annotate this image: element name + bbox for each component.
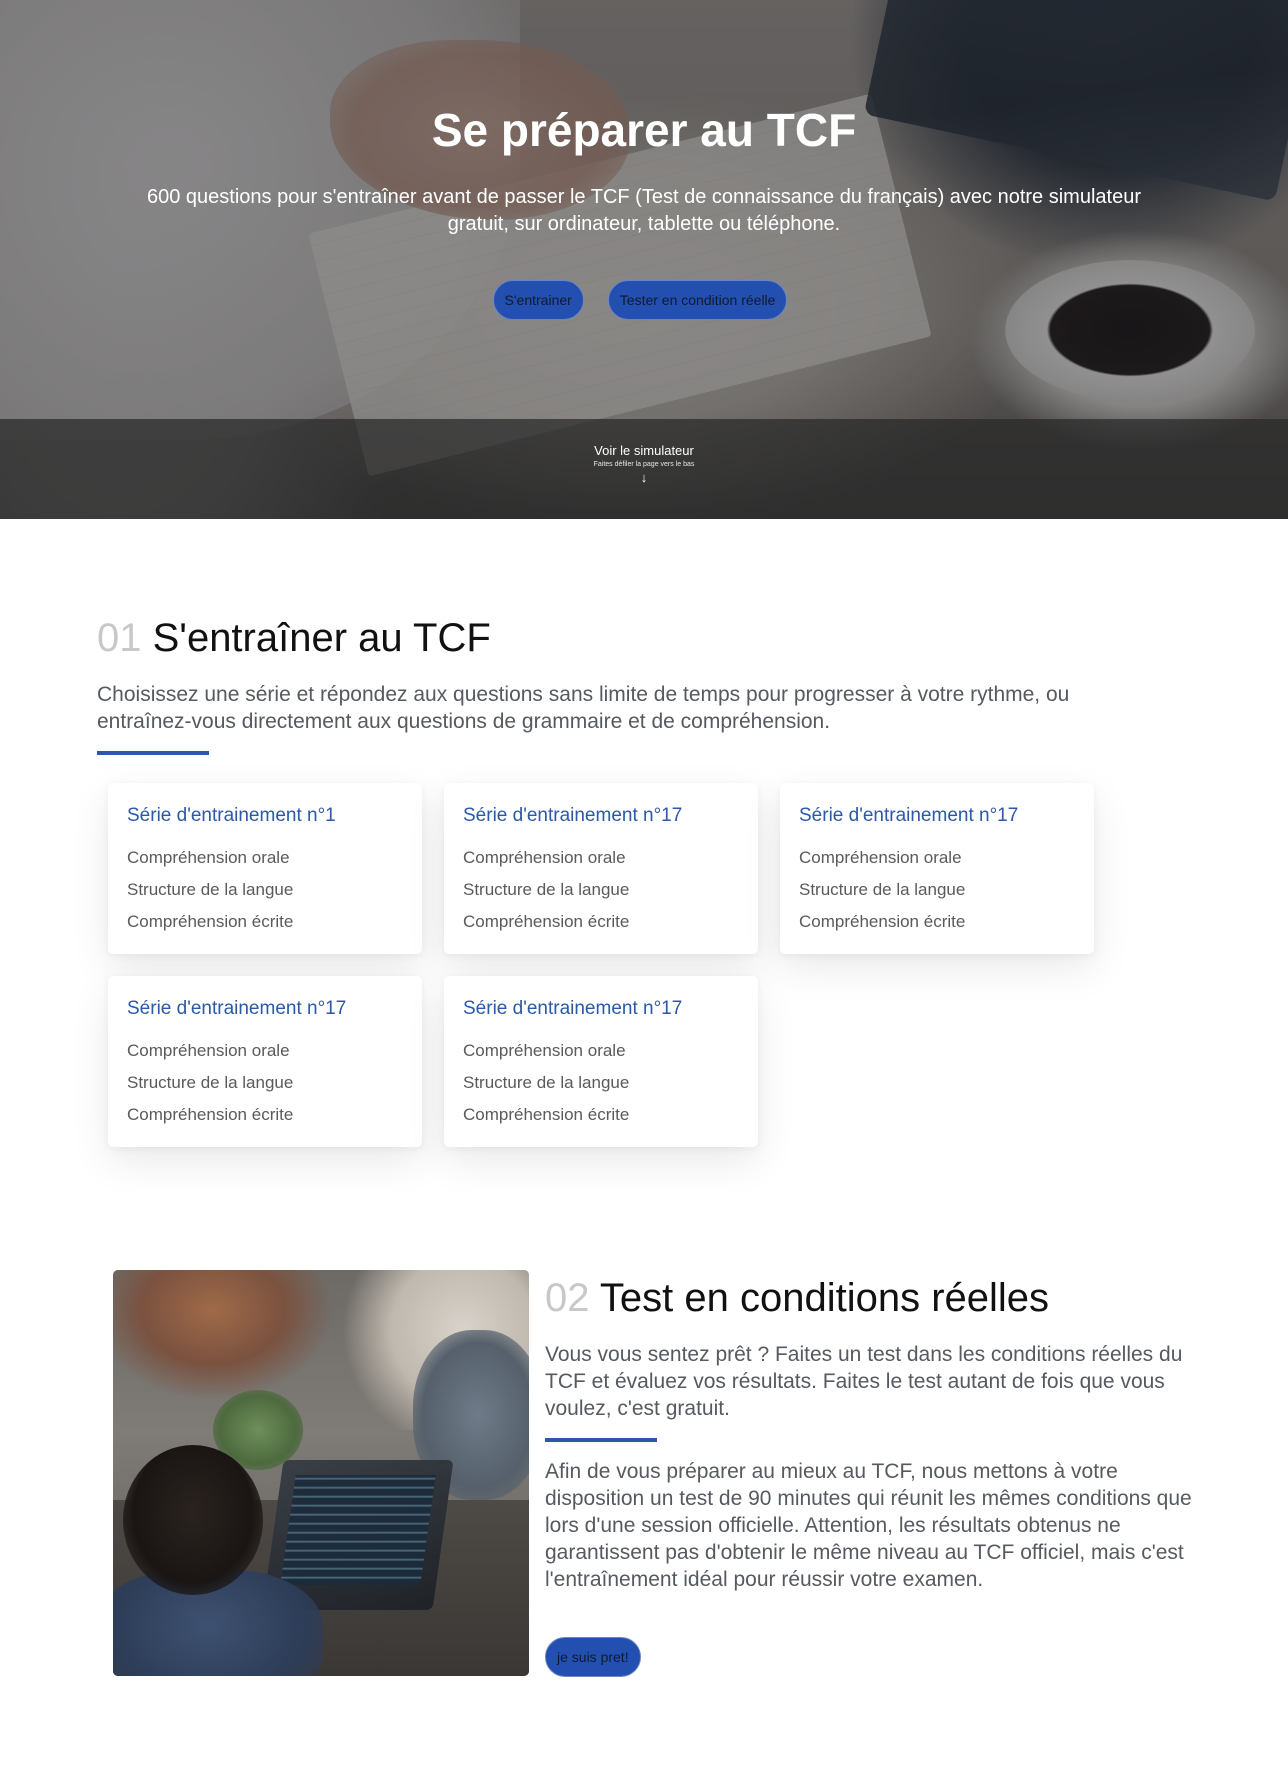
series-card-item[interactable]: Structure de la langue [463,874,629,906]
section-number: 01 [97,616,142,660]
real-test-button[interactable]: Tester en condition réelle [607,280,788,320]
series-card-item[interactable]: Compréhension écrite [463,1099,629,1131]
series-card-item[interactable]: Structure de la langue [799,874,965,906]
series-card-item[interactable]: Compréhension orale [127,1035,293,1067]
photo-student-head [123,1445,263,1595]
section-description: Vous vous sentez prêt ? Faites un test d… [545,1343,1183,1420]
series-card-item[interactable]: Compréhension écrite [463,906,629,938]
section-title-text: Test en conditions réelles [599,1276,1050,1320]
arrow-down-icon[interactable]: ↓ [0,470,1288,485]
simulator-link[interactable]: Voir le simulateur [0,443,1288,458]
hero-banner: Se préparer au TCF 600 questions pour s'… [0,0,1288,519]
series-card-title[interactable]: Série d'entrainement n°17 [799,803,1018,829]
hero-subtitle: 600 questions pour s'entraîner avant de … [147,186,1141,235]
section-title-text: S'entraîner au TCF [152,616,491,660]
series-card[interactable]: Série d'entrainement n°17 Compréhension … [108,976,422,1147]
scroll-hint: Faites défiler la page vers le bas [593,461,695,468]
series-card-item[interactable]: Structure de la langue [463,1067,629,1099]
series-card-item[interactable]: Compréhension orale [463,1035,629,1067]
series-card-list: Compréhension orale Structure de la lang… [463,1035,629,1131]
photo-laptop-screen [280,1475,436,1585]
series-card-item[interactable]: Compréhension orale [799,842,965,874]
series-card-title[interactable]: Série d'entrainement n°17 [463,803,682,829]
students-laptop-photo [113,1270,529,1676]
series-card-list: Compréhension orale Structure de la lang… [127,1035,293,1131]
series-card-title[interactable]: Série d'entrainement n°17 [463,996,682,1022]
section-body: Afin de vous préparer au mieux au TCF, n… [545,1460,1192,1591]
series-card[interactable]: Série d'entrainement n°17 Compréhension … [444,976,758,1147]
section-title: 02 Test en conditions réelles [545,1270,1049,1326]
series-card-item[interactable]: Compréhension écrite [127,1099,293,1131]
series-card-item[interactable]: Compréhension écrite [127,906,293,938]
series-card-list: Compréhension orale Structure de la lang… [463,842,629,938]
simulator-band[interactable]: Voir le simulateur Faites défiler la pag… [0,419,1288,519]
accent-divider [545,1438,657,1442]
series-card-item[interactable]: Structure de la langue [127,1067,293,1099]
section-number: 02 [545,1276,590,1320]
section-title: 01 S'entraîner au TCF [97,610,491,666]
train-button[interactable]: S'entrainer [492,280,584,320]
series-card-item[interactable]: Structure de la langue [127,874,293,906]
series-card-item[interactable]: Compréhension orale [463,842,629,874]
ready-button[interactable]: je suis pret! [545,1637,641,1677]
series-card-title[interactable]: Série d'entrainement n°1 [127,803,336,829]
series-card-title[interactable]: Série d'entrainement n°17 [127,996,346,1022]
series-card[interactable]: Série d'entrainement n°17 Compréhension … [444,783,758,954]
hero-buttons: S'entrainer Tester en condition réelle [0,280,1288,320]
hero-title: Se préparer au TCF [431,104,857,156]
series-card-list: Compréhension orale Structure de la lang… [799,842,965,938]
series-card-list: Compréhension orale Structure de la lang… [127,842,293,938]
series-card[interactable]: Série d'entrainement n°17 Compréhension … [780,783,1094,954]
series-card[interactable]: Série d'entrainement n°1 Compréhension o… [108,783,422,954]
accent-divider [97,751,209,755]
series-card-item[interactable]: Compréhension orale [127,842,293,874]
series-card-item[interactable]: Compréhension écrite [799,906,965,938]
section-description: Choisissez une série et répondez aux que… [97,683,1070,733]
